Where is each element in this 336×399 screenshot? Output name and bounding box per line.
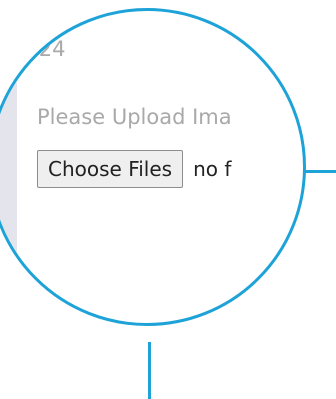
upload-label: Please Upload Ima: [37, 105, 232, 129]
callout-leader-right: [303, 170, 336, 173]
file-status-text: no f: [193, 157, 232, 181]
choose-files-button[interactable]: Choose Files: [37, 150, 184, 188]
file-input[interactable]: Choose Files no f: [37, 150, 231, 188]
zoom-circle: / 24 Please Upload Ima Choose Files no f: [0, 8, 306, 326]
side-panel-edge: [0, 71, 17, 323]
page-counter: / 24: [25, 37, 66, 61]
zoom-callout: / 24 Please Upload Ima Choose Files no f: [0, 0, 336, 399]
callout-leader-down: [148, 342, 151, 399]
